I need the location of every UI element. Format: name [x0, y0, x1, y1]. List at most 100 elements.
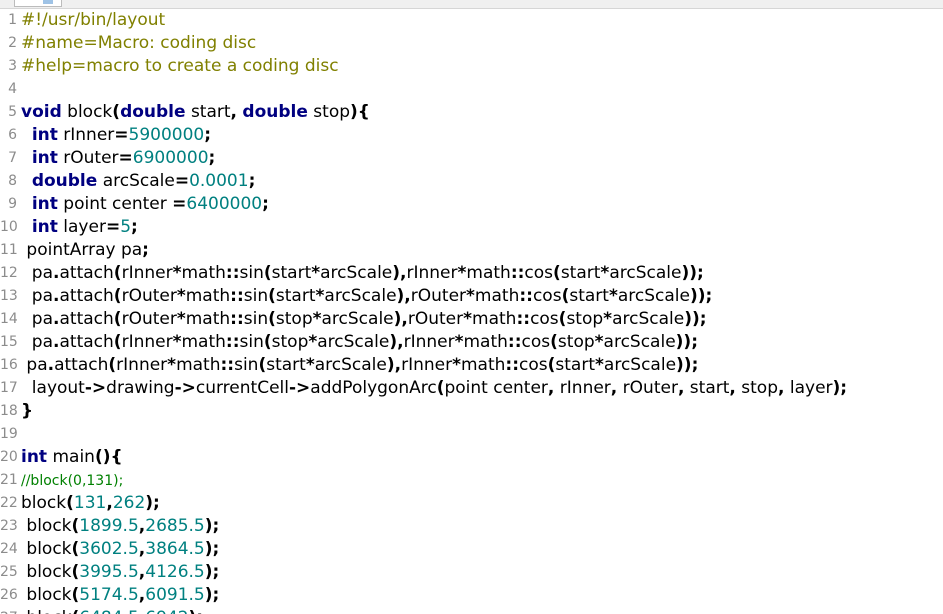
preprocessor-token: #name=Macro: coding disc — [21, 33, 257, 53]
code-text[interactable]: //block(0,131); — [21, 469, 123, 493]
code-line[interactable]: 13 pa.attach(rOuter*math::sin(start*arcS… — [0, 285, 943, 308]
identifier-token: sin — [243, 286, 269, 306]
code-line[interactable]: 14 pa.attach(rOuter*math::sin(stop*arcSc… — [0, 308, 943, 331]
number-token: 5174.5 — [79, 585, 139, 605]
code-line[interactable]: 26 block(5174.5,6091.5); — [0, 584, 943, 607]
line-number: 16 — [0, 357, 18, 373]
code-line[interactable]: 17 layout->drawing->currentCell->addPoly… — [0, 377, 943, 400]
code-line[interactable]: 19 — [0, 423, 943, 446]
code-line[interactable]: 11 pointArray pa; — [0, 239, 943, 262]
identifier-token: block — [21, 493, 67, 513]
code-line[interactable]: 4 — [0, 78, 943, 101]
code-line[interactable]: 1 #!/usr/bin/layout — [0, 9, 943, 32]
code-text[interactable]: int rOuter=6900000; — [21, 147, 216, 170]
code-text[interactable]: pa.attach(rOuter*math::sin(start*arcScal… — [21, 285, 713, 308]
code-text[interactable]: #name=Macro: coding disc — [21, 32, 256, 55]
identifier-token: block — [21, 562, 72, 582]
identifier-token: math — [185, 309, 231, 329]
code-text[interactable]: pa.attach(rInner*math::sin(start*arcScal… — [21, 354, 698, 377]
operator-token: ); — [204, 516, 220, 536]
code-text[interactable]: block(3602.5,3864.5); — [21, 538, 219, 561]
file-icon — [43, 0, 53, 4]
identifier-token: sin — [234, 355, 259, 375]
code-line[interactable]: 6 int rInner=5900000; — [0, 124, 943, 147]
code-text[interactable]: int rInner=5900000; — [21, 124, 211, 147]
code-line[interactable]: 7 int rOuter=6900000; — [0, 147, 943, 170]
code-text[interactable]: block(1899.5,2685.5); — [21, 515, 219, 538]
code-line[interactable]: 18} — [0, 400, 943, 423]
operator-token: ); — [204, 585, 220, 605]
code-line[interactable]: 21//block(0,131); — [0, 469, 943, 492]
identifier-token: pa — [21, 309, 54, 329]
code-line[interactable]: 3 #help=macro to create a coding disc — [0, 55, 943, 78]
operator-token: ); — [832, 378, 848, 398]
line-number: 13 — [0, 288, 18, 304]
code-line[interactable]: 16 pa.attach(rInner*math::sin(start*arcS… — [0, 354, 943, 377]
code-line[interactable]: 22 block(131,262); — [0, 492, 943, 515]
code-text[interactable]: pa.attach(rOuter*math::sin(stop*arcScale… — [21, 308, 707, 331]
code-lines[interactable]: 1 #!/usr/bin/layout 2 #name=Macro: coding d… — [0, 9, 943, 614]
number-token: 6484.5 — [79, 608, 138, 614]
preprocessor-token: #help=macro to create a coding disc — [21, 56, 339, 76]
line-number: 6 — [8, 127, 17, 143]
keyword-token: int — [31, 194, 58, 214]
operator-token: ( — [112, 102, 121, 122]
identifier-token: rInner — [121, 332, 173, 352]
code-text[interactable]: pa.attach(rInner*math::sin(start*arcScal… — [21, 262, 704, 285]
operator-token: ); — [204, 562, 220, 582]
identifier-token: start — [684, 378, 730, 398]
code-editor[interactable]: 1 #!/usr/bin/layout 2 #name=Macro: coding d… — [0, 0, 943, 614]
identifier-token: attach — [59, 309, 114, 329]
code-text[interactable]: block(3995.5,4126.5); — [21, 561, 219, 584]
operator-token: :: — [516, 309, 531, 329]
line-number: 1 — [8, 12, 17, 28]
code-line[interactable]: 25 block(3995.5,4126.5); — [0, 561, 943, 584]
operator-token: :: — [225, 332, 240, 352]
identifier-token: stop — [557, 332, 595, 352]
keyword-token: int — [31, 125, 58, 145]
code-text[interactable]: void block(double start, double stop){ — [21, 101, 370, 124]
code-text[interactable]: int layer=5; — [21, 216, 138, 239]
file-tab[interactable] — [14, 0, 62, 7]
code-text[interactable]: } — [21, 400, 33, 423]
number-token: 6900000 — [132, 148, 209, 168]
code-line[interactable]: 10 int layer=5; — [0, 216, 943, 239]
code-text[interactable]: double arcScale=0.0001; — [21, 170, 256, 193]
identifier-token: layout — [21, 378, 85, 398]
code-line[interactable]: 12 pa.attach(rInner*math::sin(start*arcS… — [0, 262, 943, 285]
code-text[interactable]: #help=macro to create a coding disc — [21, 55, 339, 78]
operator-token: * — [311, 263, 321, 283]
code-text[interactable]: block(6484.5,6942); — [21, 607, 203, 614]
code-line[interactable]: 20 int main(){ — [0, 446, 943, 469]
code-text[interactable]: block(131,262); — [21, 492, 160, 515]
line-number: 10 — [0, 219, 18, 235]
code-text[interactable]: int main(){ — [21, 446, 123, 469]
code-line[interactable]: 24 block(3602.5,3864.5); — [0, 538, 943, 561]
identifier-token: pa — [21, 286, 54, 306]
code-line[interactable]: 5 void block(double start, double stop){ — [0, 101, 943, 124]
code-text[interactable]: block(5174.5,6091.5); — [21, 584, 219, 607]
identifier-token: block — [21, 608, 71, 614]
code-text[interactable]: layout->drawing->currentCell->addPolygon… — [21, 377, 847, 400]
code-line[interactable]: 2 #name=Macro: coding disc — [0, 32, 943, 55]
code-line[interactable]: 23 block(1899.5,2685.5); — [0, 515, 943, 538]
operator-token: ), — [393, 309, 408, 329]
code-text[interactable]: pa.attach(rInner*math::sin(stop*arcScale… — [21, 331, 698, 354]
code-line[interactable]: 8 double arcScale=0.0001; — [0, 170, 943, 193]
operator-token: ; — [262, 194, 269, 214]
code-text[interactable]: int point center =6400000; — [21, 193, 269, 216]
code-line[interactable]: 27 block(6484.5,6942); — [0, 607, 943, 614]
line-number: 15 — [0, 334, 18, 350]
code-text[interactable]: pointArray pa; — [21, 239, 149, 262]
operator-token: * — [594, 332, 604, 352]
code-line[interactable]: 15 pa.attach(rInner*math::sin(stop*arcSc… — [0, 331, 943, 354]
code-text[interactable]: #!/usr/bin/layout — [21, 9, 165, 32]
identifier-token: stop — [735, 378, 778, 398]
line-number: 17 — [0, 380, 18, 396]
operator-token: -> — [84, 378, 107, 398]
identifier-token: math — [460, 355, 506, 375]
code-line[interactable]: 9 int point center =6400000; — [0, 193, 943, 216]
identifier-token — [21, 125, 32, 145]
identifier-token: rInner — [406, 263, 458, 283]
number-token: 3995.5 — [79, 562, 139, 582]
